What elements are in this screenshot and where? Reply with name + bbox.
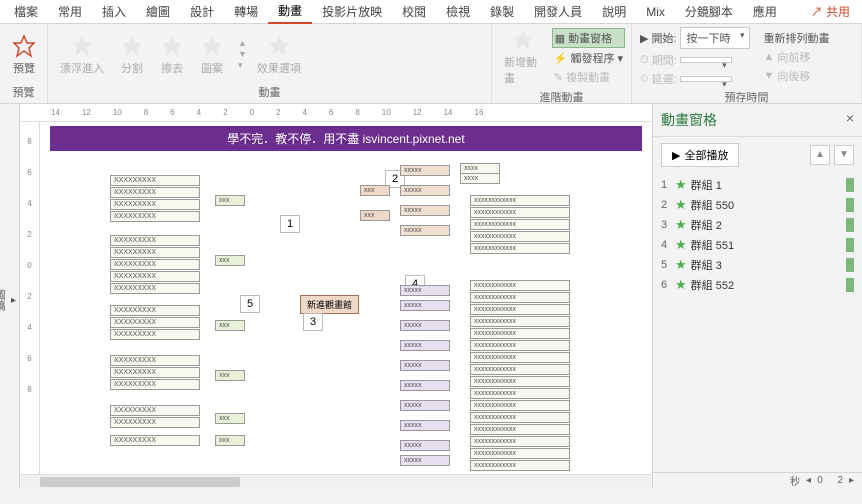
animation-list: 1★群組 1 2★群組 550 3★群組 2 4★群組 551 5★群組 3 6… <box>653 173 862 472</box>
tab-help[interactable]: 說明 <box>592 0 636 23</box>
anim-float-in[interactable]: 漂浮進入 <box>54 32 110 78</box>
reorder-label: 重新排列動畫 <box>762 29 832 47</box>
tab-slideshow[interactable]: 投影片放映 <box>312 0 392 23</box>
trigger-button[interactable]: ⚡ 觸發程序 ▾ <box>552 49 625 67</box>
anim-statusbar: 秒 ◂ 0 2 ▸ <box>653 472 862 488</box>
anim-bar <box>846 198 854 212</box>
ruler-vertical: 864202468 <box>20 122 40 474</box>
move-down-button[interactable]: ▼ <box>834 145 854 165</box>
callout-3[interactable]: 3 <box>303 313 323 331</box>
anim-item[interactable]: 4★群組 551 <box>657 235 858 255</box>
anim-bar <box>846 178 854 192</box>
ribbon-tabs: 檔案 常用 插入 繪圖 設計 轉場 動畫 投影片放映 校閱 檢視 錄製 開發人員… <box>0 0 862 24</box>
anim-item[interactable]: 3★群組 2 <box>657 215 858 235</box>
tab-insert[interactable]: 插入 <box>92 0 136 23</box>
tab-file[interactable]: 檔案 <box>4 0 48 23</box>
anim-item[interactable]: 1★群組 1 <box>657 175 858 195</box>
copy-anim-button[interactable]: ✎ 複製動畫 <box>552 68 625 86</box>
mindmap-diagram[interactable]: 新進觀畫館 1 2 3 4 5 XXXXXXXXX XXXXXXXXX XXXX… <box>50 155 642 474</box>
tab-apps[interactable]: 應用 <box>743 0 787 23</box>
tab-record[interactable]: 錄製 <box>480 0 524 23</box>
star-icon: ★ <box>675 257 687 273</box>
star-icon: ★ <box>675 277 687 293</box>
group-anim-label: 動畫 <box>54 83 485 101</box>
ruler-horizontal: 14121086420246810121416 <box>20 104 652 122</box>
star-icon <box>160 34 184 58</box>
canvas-area: 14121086420246810121416 864202468 學不完．教不… <box>20 104 652 488</box>
star-plus-icon <box>511 28 535 52</box>
group-preview-label: 預覽 <box>6 83 41 101</box>
slide-canvas[interactable]: 學不完．教不停．用不盡 isvincent.pixnet.net 新進觀畫館 1… <box>40 122 652 474</box>
main-area: ▸圖稿 14121086420246810121416 864202468 學不… <box>0 104 862 488</box>
anim-item[interactable]: 6★群組 552 <box>657 275 858 295</box>
anim-pane-title: 動畫窗格 <box>661 110 717 130</box>
tab-view[interactable]: 檢視 <box>436 0 480 23</box>
star-icon: ★ <box>675 197 687 213</box>
outline-tab[interactable]: ▸圖稿 <box>0 104 20 488</box>
move-up-button[interactable]: ▲ <box>810 145 830 165</box>
star-icon: ★ <box>675 217 687 233</box>
star-icon <box>120 34 144 58</box>
animation-pane-toggle[interactable]: ▦ 動畫窗格 <box>552 28 625 48</box>
effect-options[interactable]: 效果選項 <box>251 32 307 78</box>
anim-shape[interactable]: 圖案 <box>194 32 230 78</box>
duration-input[interactable] <box>680 57 732 63</box>
start-row: ▶ 開始: 按一下時 <box>638 26 752 50</box>
move-backward[interactable]: ▼ 向後移 <box>762 67 832 85</box>
tab-home[interactable]: 常用 <box>48 0 92 23</box>
tab-design[interactable]: 設計 <box>180 0 224 23</box>
tab-animations[interactable]: 動畫 <box>268 0 312 24</box>
callout-5[interactable]: 5 <box>240 295 260 313</box>
start-dropdown[interactable]: 按一下時 <box>680 27 750 49</box>
move-forward[interactable]: ▲ 向前移 <box>762 48 832 66</box>
star-icon: ★ <box>675 237 687 253</box>
duration-row: ⏱ 期間: <box>638 51 752 69</box>
tab-review[interactable]: 校閱 <box>392 0 436 23</box>
delay-input[interactable] <box>680 76 732 82</box>
horizontal-scrollbar[interactable] <box>20 474 652 488</box>
anim-split[interactable]: 分割 <box>114 32 150 78</box>
share-button[interactable]: ↗ 共用 <box>803 0 858 23</box>
anim-bar <box>846 218 854 232</box>
animation-pane: 動畫窗格 × ▶ 全部播放 ▲ ▼ 1★群組 1 2★群組 550 3★群組 2… <box>652 104 862 488</box>
anim-wipe[interactable]: 擦去 <box>154 32 190 78</box>
close-icon[interactable]: × <box>846 110 854 130</box>
preview-button[interactable]: 預覽 <box>6 32 42 78</box>
star-icon <box>70 34 94 58</box>
anim-bar <box>846 278 854 292</box>
callout-1[interactable]: 1 <box>280 215 300 233</box>
star-icon <box>267 34 291 58</box>
play-all-button[interactable]: ▶ 全部播放 <box>661 143 739 167</box>
anim-bar <box>846 258 854 272</box>
anim-item[interactable]: 5★群組 3 <box>657 255 858 275</box>
tab-transitions[interactable]: 轉場 <box>224 0 268 23</box>
tab-draw[interactable]: 繪圖 <box>136 0 180 23</box>
tab-mix[interactable]: Mix <box>636 2 675 22</box>
delay-row: ⏲ 延遲: <box>638 70 752 88</box>
tab-developer[interactable]: 開發人員 <box>524 0 592 23</box>
tab-storyboard[interactable]: 分鏡腳本 <box>675 0 743 23</box>
star-icon <box>12 34 36 58</box>
slide-title[interactable]: 學不完．教不停．用不盡 isvincent.pixnet.net <box>50 126 642 151</box>
anim-item[interactable]: 2★群組 550 <box>657 195 858 215</box>
add-animation[interactable]: 新增動畫 <box>498 26 548 88</box>
center-node[interactable]: 新進觀畫館 <box>300 295 359 314</box>
star-icon <box>200 34 224 58</box>
ribbon: 預覽 預覽 漂浮進入 分割 擦去 圖案 ▲▼▾ 效果選項 動畫 新增動畫 ▦ 動… <box>0 24 862 104</box>
anim-bar <box>846 238 854 252</box>
star-icon: ★ <box>675 177 687 193</box>
